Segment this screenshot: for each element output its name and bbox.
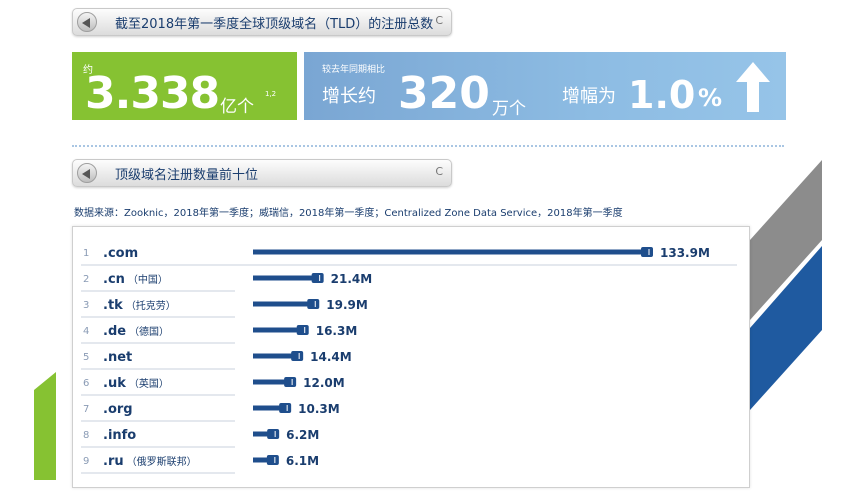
rank-label: 5 [83, 352, 89, 363]
header-bar-top10: 顶级域名注册数量前十位 C [72, 159, 452, 187]
bar [253, 379, 289, 385]
stat-rate-label: 增幅为 [562, 86, 616, 107]
tld-label: .net [103, 350, 132, 365]
tld-label: .com [103, 246, 138, 261]
rank-label: 4 [83, 326, 89, 337]
stat-rate-value: 1.0 [628, 73, 696, 117]
bar-end-cap [279, 403, 292, 413]
value-label: 14.4M [310, 350, 352, 364]
data-source-note: 数据来源：Zooknic，2018年第一季度；威瑞信，2018年第一季度；Cen… [74, 208, 623, 219]
bar-end-cap [311, 273, 324, 283]
green-stripe-deco [34, 372, 56, 480]
tld-label: .cn （中国） [103, 272, 168, 287]
bar [253, 405, 284, 411]
tld-label: .info [103, 428, 136, 443]
refresh-icon[interactable]: C [435, 165, 443, 178]
bar-end-cap [284, 377, 297, 387]
tld-country-label: （德国） [129, 325, 169, 338]
value-label: 133.9M [660, 246, 710, 260]
back-icon[interactable] [77, 163, 97, 183]
tld-country-label: （英国） [129, 377, 169, 390]
bar-end-cap [641, 247, 653, 257]
value-label: 19.9M [326, 298, 368, 312]
bar [253, 327, 301, 333]
rank-label: 9 [83, 456, 89, 467]
stat-total-note: 1,2 [265, 90, 277, 98]
bar [253, 301, 312, 307]
stat-increase-unit: 万个 [492, 99, 526, 119]
refresh-icon[interactable]: C [435, 14, 443, 27]
header-title-total: 截至2018年第一季度全球顶级域名（TLD）的注册总数 [115, 17, 434, 32]
stat-increase-label: 增长约 [322, 86, 376, 107]
value-label: 6.2M [286, 428, 319, 442]
tld-country-label: （托克劳） [126, 299, 176, 312]
bar [253, 353, 296, 359]
rank-label: 6 [83, 378, 89, 389]
value-label: 21.4M [331, 272, 373, 286]
bar-end-cap [296, 325, 309, 335]
stat-growth-box: 较去年同期相比 增长约 320 万个 增幅为 1.0 % [304, 52, 786, 120]
rank-label: 8 [83, 430, 89, 441]
stat-total-value: 3.338 [85, 68, 220, 119]
bar [253, 275, 316, 281]
stat-rate-unit: % [698, 84, 723, 112]
stat-total-box: 约 3.338 亿个 1,2 [72, 52, 297, 120]
value-label: 10.3M [298, 402, 340, 416]
rank-label: 2 [83, 274, 89, 285]
value-label: 16.3M [316, 324, 358, 338]
tld-ranking-chart: 1 .com 133.9M 2 .cn （中国） 21.4M 3 .tk （托克劳） 19.9M 4.… [81, 246, 737, 474]
bar-end-cap [291, 351, 304, 361]
tld-ranking-chart-panel: 1 .com 133.9M 2 .cn （中国） 21.4M 3 .tk （托克劳） 19.9M 4.… [72, 226, 750, 488]
value-label: 6.1M [286, 454, 319, 468]
header-title-top10: 顶级域名注册数量前十位 [115, 168, 259, 183]
tld-label: .ru （俄罗斯联邦） [103, 454, 197, 469]
rank-label: 3 [83, 300, 89, 311]
bar-end-cap [267, 429, 280, 439]
tld-label: .de （德国） [103, 324, 169, 339]
tld-country-label: （俄罗斯联邦） [127, 455, 197, 468]
stat-increase-value: 320 [398, 68, 490, 119]
tld-label: .uk （英国） [103, 376, 169, 391]
header-bar-total: 截至2018年第一季度全球顶级域名（TLD）的注册总数 C [72, 8, 452, 36]
stat-total-unit: 亿个 [220, 97, 254, 117]
back-icon[interactable] [77, 12, 97, 32]
rank-label: 1 [83, 248, 89, 259]
bar-end-cap [307, 299, 320, 309]
tld-label: .tk （托克劳） [103, 298, 176, 313]
tld-label: .org [103, 402, 133, 417]
value-label: 12.0M [303, 376, 345, 390]
tld-country-label: （中国） [128, 273, 168, 286]
rank-label: 7 [83, 404, 89, 415]
dotted-divider [72, 145, 784, 147]
bar [253, 249, 645, 255]
up-arrow-icon [736, 62, 770, 112]
bar-end-cap [266, 455, 279, 465]
stat-growth-caption: 较去年同期相比 [322, 65, 386, 75]
